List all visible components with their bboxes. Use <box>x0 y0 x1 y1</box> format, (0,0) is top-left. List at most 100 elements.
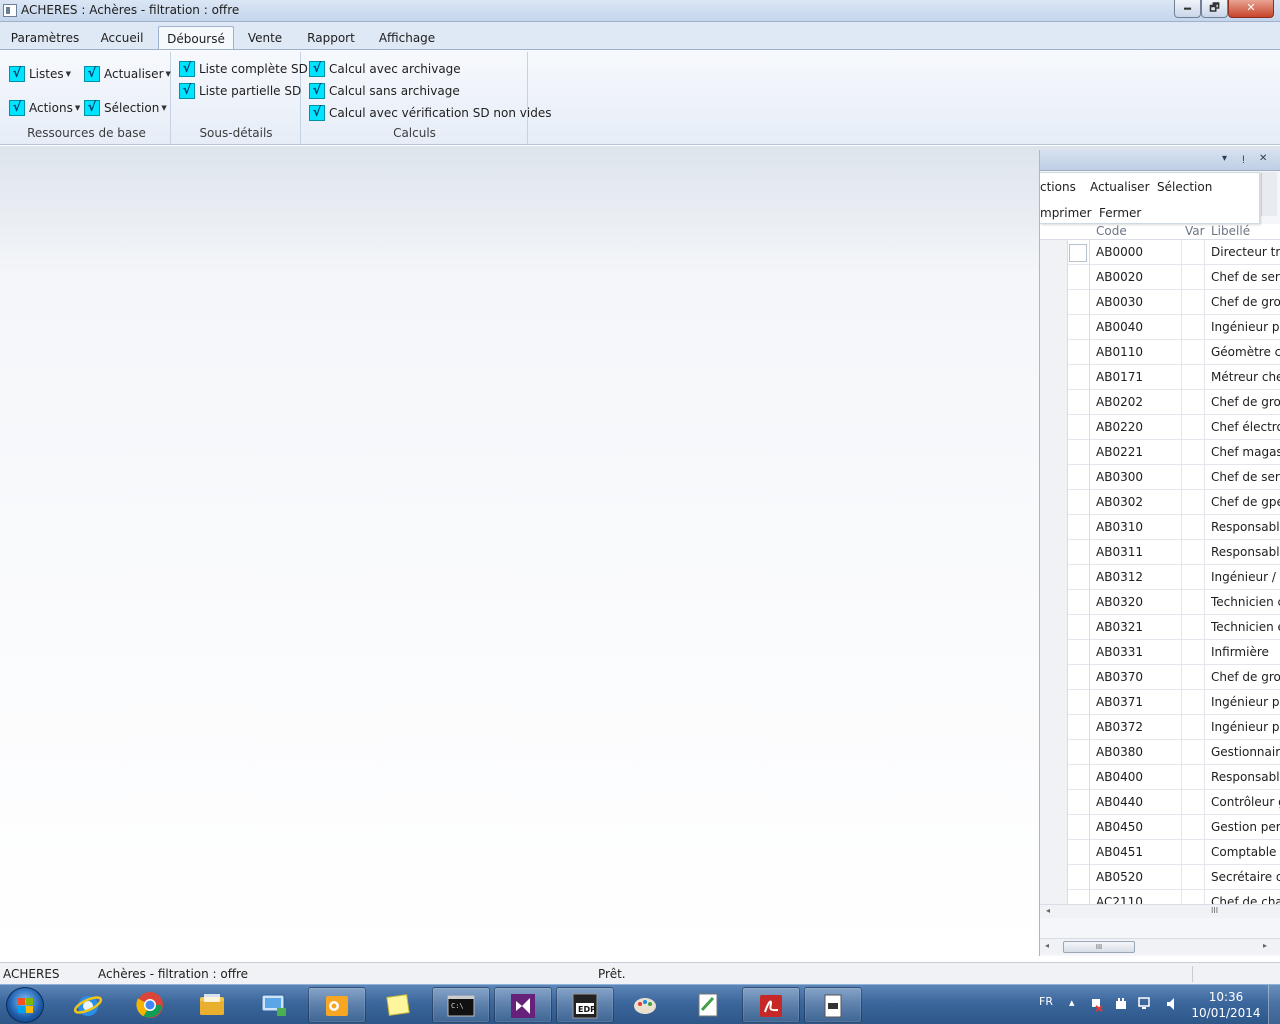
menu-actions[interactable]: ctions <box>1040 180 1076 194</box>
outlook-taskbar-button[interactable] <box>308 987 366 1023</box>
tab-parametres[interactable]: Paramètres <box>6 26 84 49</box>
row-header[interactable] <box>1040 415 1068 440</box>
table-row[interactable]: AB0020 Chef de serv <box>1040 265 1280 290</box>
cell-var[interactable] <box>1181 640 1205 665</box>
liste-partielle-sd-button[interactable]: √ Liste partielle SD <box>179 81 301 100</box>
tab-affichage[interactable]: Affichage <box>372 26 442 49</box>
cell-var[interactable] <box>1181 565 1205 590</box>
cell-var[interactable] <box>1181 540 1205 565</box>
row-selector[interactable] <box>1068 490 1090 515</box>
table-row[interactable]: AB0300 Chef de serv <box>1040 465 1280 490</box>
table-row[interactable]: AB0302 Chef de gpe <box>1040 490 1280 515</box>
menu-selection[interactable]: Sélection <box>1157 180 1212 194</box>
cell-var[interactable] <box>1181 615 1205 640</box>
actualiser-button[interactable]: √ Actualiser ▼ <box>84 64 171 83</box>
table-row[interactable]: AB0372 Ingénieur pl <box>1040 715 1280 740</box>
menu-fermer[interactable]: Fermer <box>1099 206 1141 220</box>
panel-header[interactable]: ▾ ᴉ ✕ <box>1040 150 1280 171</box>
row-selector[interactable] <box>1068 890 1090 904</box>
row-selector[interactable] <box>1068 440 1090 465</box>
column-libelle[interactable]: Libellé <box>1211 224 1250 238</box>
cell-var[interactable] <box>1181 265 1205 290</box>
panel-vertical-scrollbar[interactable] <box>1261 172 1277 216</box>
acrobat-taskbar-button[interactable] <box>742 987 800 1023</box>
minimize-button[interactable]: 🗕 <box>1174 0 1201 18</box>
row-selector[interactable] <box>1068 390 1090 415</box>
paint-taskbar-button[interactable] <box>618 987 676 1023</box>
row-header[interactable] <box>1040 865 1068 890</box>
row-header[interactable] <box>1040 815 1068 840</box>
table-row[interactable]: AB0040 Ingénieur pr <box>1040 315 1280 340</box>
cell-var[interactable] <box>1181 715 1205 740</box>
cell-var[interactable] <box>1181 515 1205 540</box>
table-row[interactable]: AB0312 Ingénieur / p <box>1040 565 1280 590</box>
cell-var[interactable] <box>1181 390 1205 415</box>
row-selector[interactable] <box>1068 465 1090 490</box>
row-selector[interactable] <box>1068 315 1090 340</box>
row-header[interactable] <box>1040 790 1068 815</box>
row-selector[interactable] <box>1068 515 1090 540</box>
table-row[interactable]: AB0221 Chef magasi <box>1040 440 1280 465</box>
row-select-checkbox[interactable] <box>1069 244 1087 262</box>
row-selector[interactable] <box>1068 815 1090 840</box>
tab-rapport[interactable]: Rapport <box>300 26 362 49</box>
row-header[interactable] <box>1040 390 1068 415</box>
close-button[interactable]: ✕ <box>1228 0 1274 18</box>
row-header[interactable] <box>1040 265 1068 290</box>
table-row[interactable]: AB0370 Chef de grou <box>1040 665 1280 690</box>
row-selector[interactable] <box>1068 415 1090 440</box>
row-header[interactable] <box>1040 290 1068 315</box>
row-selector[interactable] <box>1068 590 1090 615</box>
cell-var[interactable] <box>1181 290 1205 315</box>
row-selector[interactable] <box>1068 540 1090 565</box>
cell-var[interactable] <box>1181 890 1205 904</box>
command-prompt-taskbar-button[interactable]: C:\ <box>432 987 490 1023</box>
row-selector[interactable] <box>1068 265 1090 290</box>
visual-studio-taskbar-button[interactable] <box>494 987 552 1023</box>
cell-var[interactable] <box>1181 815 1205 840</box>
row-selector[interactable] <box>1068 640 1090 665</box>
language-indicator[interactable]: FR <box>1039 995 1053 1008</box>
internet-explorer-taskbar-button[interactable] <box>60 987 118 1023</box>
power-icon[interactable] <box>1114 997 1128 1011</box>
tab-accueil[interactable]: Accueil <box>92 26 152 49</box>
table-row[interactable]: AC2110 Chef de cha <box>1040 890 1280 904</box>
row-selector[interactable] <box>1068 615 1090 640</box>
row-selector[interactable] <box>1068 865 1090 890</box>
scroll-right-icon[interactable]: ▸ <box>1263 941 1267 950</box>
column-code[interactable]: Code <box>1096 224 1127 238</box>
start-button[interactable] <box>6 987 44 1023</box>
row-header[interactable] <box>1040 740 1068 765</box>
show-hidden-icons-icon[interactable]: ▴ <box>1069 996 1075 1009</box>
micro-edp-taskbar-button[interactable]: EDP <box>556 987 614 1023</box>
table-row[interactable]: AB0450 Gestion pers <box>1040 815 1280 840</box>
row-selector[interactable] <box>1068 565 1090 590</box>
table-row[interactable]: AB0311 Responsable <box>1040 540 1280 565</box>
row-selector[interactable] <box>1068 765 1090 790</box>
row-header[interactable] <box>1040 490 1068 515</box>
calcul-verification-button[interactable]: √ Calcul avec vérification SD non vides <box>309 103 551 122</box>
row-header[interactable] <box>1040 890 1068 904</box>
scroll-thumb-grip[interactable]: III <box>1211 906 1218 915</box>
cell-var[interactable] <box>1181 790 1205 815</box>
row-header[interactable] <box>1040 715 1068 740</box>
restore-button[interactable]: 🗗 <box>1201 0 1228 18</box>
cell-var[interactable] <box>1181 465 1205 490</box>
row-header[interactable] <box>1040 465 1068 490</box>
table-row[interactable]: AB0000 Directeur tra <box>1040 240 1280 265</box>
menu-actualiser[interactable]: Actualiser <box>1090 180 1150 194</box>
listes-button[interactable]: √ Listes ▼ <box>9 64 71 83</box>
row-selector[interactable] <box>1068 740 1090 765</box>
table-row[interactable]: AB0171 Métreur che <box>1040 365 1280 390</box>
table-row[interactable]: AB0310 Responsable <box>1040 515 1280 540</box>
app-icon[interactable] <box>3 4 17 17</box>
row-selector[interactable] <box>1068 840 1090 865</box>
row-selector[interactable] <box>1068 365 1090 390</box>
scroll-thumb[interactable]: III <box>1063 941 1135 953</box>
tab-debourse[interactable]: Déboursé <box>158 26 234 49</box>
chrome-taskbar-button[interactable] <box>122 987 180 1023</box>
row-header[interactable] <box>1040 515 1068 540</box>
cell-var[interactable] <box>1181 315 1205 340</box>
row-selector[interactable] <box>1068 290 1090 315</box>
cell-var[interactable] <box>1181 340 1205 365</box>
